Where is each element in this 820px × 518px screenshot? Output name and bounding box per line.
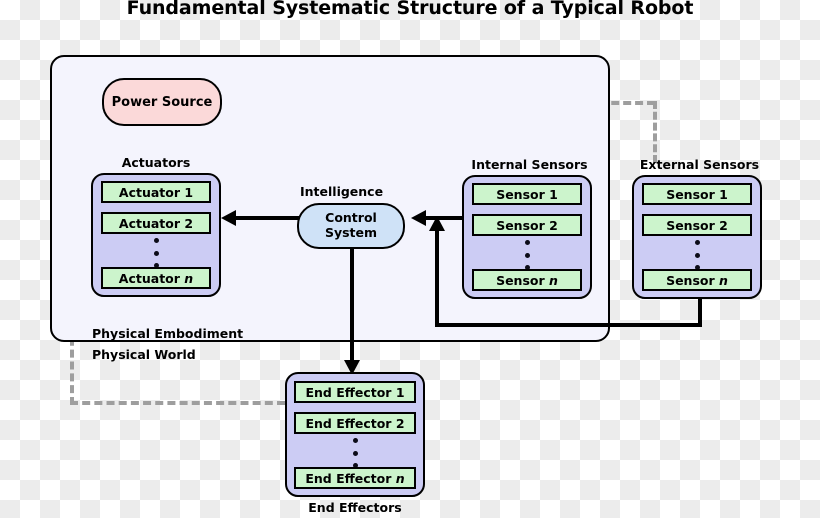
external-sensors-ellipsis <box>694 240 700 270</box>
arrowhead-internal-sensors-to-control <box>411 210 426 226</box>
power-source-node[interactable]: Power Source <box>102 78 222 126</box>
external-sensors-item-2[interactable]: Sensor 2 <box>642 214 752 236</box>
end-effectors-item-n-label: End Effector n <box>305 470 405 486</box>
internal-sensors-item-1[interactable]: Sensor 1 <box>472 183 582 205</box>
internal-sensors-item-n[interactable]: Sensor n <box>472 269 582 291</box>
diagram-stage: Fundamental Systematic Structure of a Ty… <box>0 0 820 518</box>
connector-control-to-end-effectors <box>350 248 354 364</box>
control-system-label: Control System <box>324 210 378 240</box>
page-title: Fundamental Systematic Structure of a Ty… <box>126 0 694 19</box>
physical-world-right-edge <box>653 101 657 163</box>
arrowhead-to-actuators <box>221 210 236 226</box>
internal-sensors-item-2[interactable]: Sensor 2 <box>472 214 582 236</box>
arrowhead-external-sensors-to-control <box>429 216 445 231</box>
end-effectors-item-1[interactable]: End Effector 1 <box>294 381 416 403</box>
physical-embodiment-label: Physical Embodiment <box>92 326 244 341</box>
actuators-group-label: Actuators <box>121 155 191 170</box>
actuators-item-n[interactable]: Actuator n <box>101 267 211 289</box>
actuators-item-2[interactable]: Actuator 2 <box>101 212 211 234</box>
end-effectors-group-label: End Effectors <box>308 500 402 515</box>
connector-control-to-actuators <box>234 216 300 220</box>
external-sensors-item-n-label: Sensor n <box>666 272 728 288</box>
actuators-item-1[interactable]: Actuator 1 <box>101 181 211 203</box>
connector-external-sensors-up <box>435 230 439 325</box>
actuators-ellipsis <box>153 238 159 268</box>
control-system-node[interactable]: Control System <box>297 203 405 249</box>
external-sensors-item-n[interactable]: Sensor n <box>642 269 752 291</box>
physical-world-bottom-edge <box>70 401 285 405</box>
end-effectors-item-n[interactable]: End Effector n <box>294 467 416 489</box>
end-effectors-item-2[interactable]: End Effector 2 <box>294 412 416 434</box>
internal-sensors-item-n-label: Sensor n <box>496 272 558 288</box>
intelligence-label: Intelligence <box>300 184 384 199</box>
actuators-item-n-label: Actuator n <box>118 270 194 286</box>
connector-external-sensors-left <box>435 323 702 327</box>
internal-sensors-group-label: Internal Sensors <box>471 157 588 172</box>
internal-sensors-ellipsis <box>524 240 530 270</box>
physical-world-label: Physical World <box>92 347 196 362</box>
external-sensors-group-label: External Sensors <box>639 157 760 172</box>
end-effectors-ellipsis <box>352 438 358 468</box>
power-source-label: Power Source <box>111 94 213 110</box>
external-sensors-item-1[interactable]: Sensor 1 <box>642 183 752 205</box>
